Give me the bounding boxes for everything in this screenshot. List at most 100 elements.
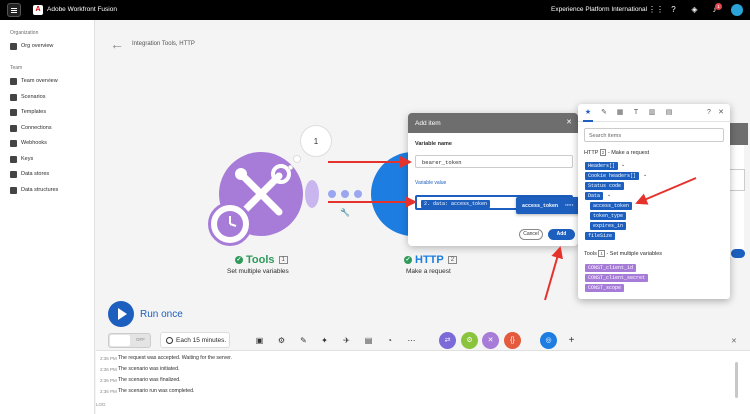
cancel-button[interactable]: Cancel: [519, 229, 543, 240]
star-icon[interactable]: ★: [583, 108, 593, 122]
chevron-down-icon[interactable]: ⌄: [643, 172, 647, 178]
chevron-down-icon[interactable]: ⌄: [607, 192, 611, 198]
date-icon[interactable]: ▥: [647, 108, 657, 118]
template-icon: [10, 108, 17, 116]
help-icon[interactable]: ?: [669, 5, 678, 14]
operations-bubble[interactable]: 1: [300, 125, 332, 157]
add-button[interactable]: Add: [548, 229, 575, 240]
item-access-token[interactable]: access_token: [590, 202, 633, 210]
menu-icon[interactable]: [7, 3, 21, 17]
run-once-button[interactable]: [108, 301, 134, 327]
flow-icon[interactable]: ✈: [342, 336, 351, 345]
add-module-icon[interactable]: +: [567, 336, 576, 346]
mapped-value-chip[interactable]: 2. data: access_token: [421, 200, 491, 208]
more-icon[interactable]: ⋯: [407, 336, 416, 345]
wrench-icon[interactable]: ✎: [599, 108, 609, 118]
avatar[interactable]: [731, 4, 743, 16]
sidebar-item-webhooks[interactable]: Webhooks: [10, 138, 47, 148]
schedule-clock[interactable]: [208, 202, 252, 246]
item-tooltip: access_token Text: [516, 197, 586, 214]
schedule-setting[interactable]: Each 15 minutes.: [160, 332, 230, 348]
chevron-down-icon[interactable]: ⌄: [621, 162, 625, 168]
sidebar-item-data-stores[interactable]: Data stores: [10, 169, 49, 179]
json-icon[interactable]: {}: [504, 332, 521, 349]
http-icon[interactable]: ◎: [540, 332, 557, 349]
top-bar: A Adobe Workfront Fusion Experience Plat…: [0, 0, 750, 20]
table-icon[interactable]: ▤: [664, 108, 674, 118]
variable-value-label: Variable value: [415, 180, 447, 186]
group-number: 2: [599, 149, 607, 156]
org-switcher[interactable]: Experience Platform International: [551, 6, 647, 13]
breadcrumb: Integration Tools, HTTP: [132, 41, 195, 47]
sidebar-item-data-structures[interactable]: Data structures: [10, 185, 58, 195]
item-const-client-id[interactable]: CONST_client_id: [585, 264, 637, 272]
sidebar-item-keys[interactable]: Keys: [10, 154, 33, 164]
module-number: 2: [447, 256, 458, 264]
sidebar-item-scenarios[interactable]: Scenarios: [10, 92, 45, 102]
sidebar-item-team-overview[interactable]: Team overview: [10, 76, 58, 86]
sidebar-section-team: Team: [10, 65, 23, 71]
back-arrow-icon[interactable]: ←: [110, 36, 124, 52]
http-module-subtitle: Make a request: [406, 268, 451, 275]
flow-control-icon[interactable]: ⇄: [439, 332, 456, 349]
scheduling-toggle[interactable]: OFF: [108, 333, 151, 348]
close-log-icon[interactable]: ✕: [731, 337, 737, 345]
app-title: Adobe Workfront Fusion: [47, 6, 117, 13]
sidebar-item-label: Org overview: [21, 43, 54, 49]
search-items-input[interactable]: Search items: [584, 128, 724, 142]
help-icon[interactable]: ?: [704, 108, 714, 118]
item-cookie-headers[interactable]: Cookie headers[]: [585, 172, 640, 180]
clock-icon: [217, 211, 243, 237]
calendar-icon[interactable]: ▦: [615, 108, 625, 118]
settings-icon[interactable]: ⚙: [277, 336, 286, 345]
globe-icon: [10, 139, 17, 147]
item-filesize[interactable]: fileSize: [585, 232, 616, 240]
close-icon[interactable]: ✕: [716, 108, 726, 118]
apps-grid-icon[interactable]: ⋮⋮: [648, 5, 664, 14]
log-text: The request was accepted. Waiting for th…: [118, 355, 232, 361]
item-const-client-secret[interactable]: CONST_client_secret: [585, 274, 649, 282]
close-icon[interactable]: ✕: [566, 118, 572, 126]
bubble-tail: [288, 165, 293, 170]
pulse-icon: [10, 77, 17, 85]
item-token-type[interactable]: token_type: [590, 212, 627, 220]
connector-segment: [305, 180, 319, 208]
log-scrollbar[interactable]: [735, 362, 738, 398]
text-icon[interactable]: T: [631, 108, 641, 118]
check-icon: ✓: [235, 256, 243, 264]
history-icon[interactable]: ◔: [385, 336, 394, 345]
save-icon[interactable]: ▣: [255, 336, 264, 345]
log-text: The scenario run was completed.: [118, 388, 195, 394]
background-button[interactable]: [731, 249, 745, 258]
briefcase-icon[interactable]: ▤: [364, 336, 373, 345]
dialog-title: Add item: [415, 120, 441, 127]
item-const-scope[interactable]: CONST_scope: [585, 284, 625, 292]
background-field: [729, 169, 745, 191]
text-parser-icon[interactable]: ✕: [482, 332, 499, 349]
http-group-label: HTTP 2 - Make a request: [584, 149, 649, 156]
clock-icon: [166, 336, 173, 344]
tooltip-type: Text: [564, 203, 574, 208]
auto-align-icon[interactable]: ✦: [320, 336, 329, 345]
connector-dot: [328, 190, 336, 198]
variable-name-input[interactable]: bearer_token: [415, 155, 573, 168]
wrench-icon[interactable]: 🔧: [340, 208, 350, 217]
sidebar-item-label: Scenarios: [21, 94, 46, 100]
sidebar-item-label: Team overview: [21, 78, 58, 84]
tools-group-label: Tools 1 - Set multiple variables: [584, 250, 662, 257]
link-icon: [10, 124, 17, 132]
sidebar-item-connections[interactable]: Connections: [10, 123, 52, 133]
run-once-label[interactable]: Run once: [140, 309, 183, 320]
item-data[interactable]: Data: [585, 192, 604, 200]
sidebar-item-org-overview[interactable]: Org overview: [10, 41, 53, 51]
share-icon: [10, 93, 17, 101]
connector-dot: [341, 190, 349, 198]
tools-icon[interactable]: ⚙: [461, 332, 478, 349]
item-headers[interactable]: Headers[]: [585, 162, 619, 170]
item-status-code[interactable]: Status code: [585, 182, 625, 190]
feedback-icon[interactable]: ◈: [690, 5, 699, 14]
module-name: HTTP: [415, 254, 444, 266]
item-expires-in[interactable]: expires_in: [590, 222, 627, 230]
sidebar-item-templates[interactable]: Templates: [10, 107, 46, 117]
notes-icon[interactable]: ✎: [299, 336, 308, 345]
